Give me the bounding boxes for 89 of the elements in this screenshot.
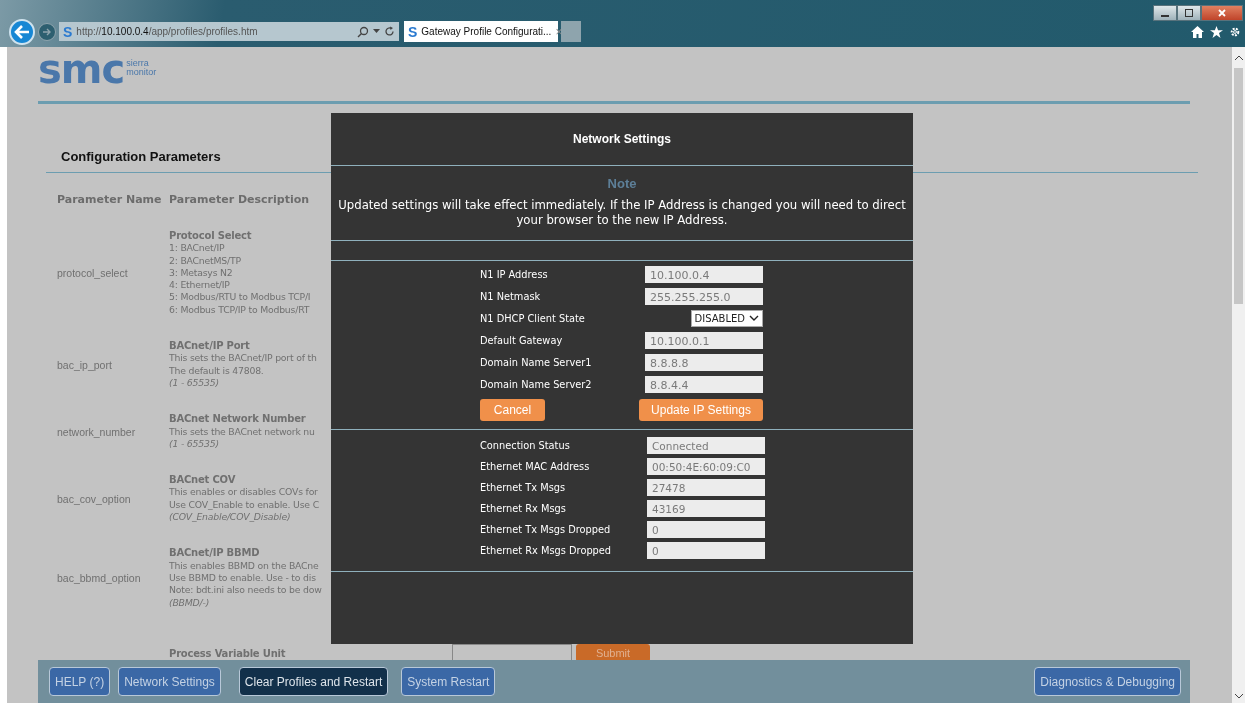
setting-label: Domain Name Server1 — [480, 356, 592, 368]
section-heading: Configuration Parameters — [61, 149, 222, 164]
back-arrow-icon — [14, 24, 30, 39]
dialog-button[interactable]: Cancel — [480, 399, 545, 421]
value-range: (COV_Enable/COV_Disable) — [169, 511, 292, 524]
description-line: Use BBMD to enable. Use - to dis — [169, 571, 317, 585]
parameter-title: Protocol Select — [169, 230, 253, 243]
status-field: 00:50:4E:60:09:C0 — [647, 457, 765, 475]
forward-button[interactable] — [38, 22, 56, 41]
parameter-title: BACnet Network Number — [169, 413, 307, 426]
parameter-name: protocol_select — [57, 267, 129, 280]
setting-label: Default Gateway — [480, 334, 563, 346]
tab-close-button[interactable]: × — [555, 24, 563, 39]
status-field: 0 — [647, 520, 765, 538]
status-label: Ethernet Rx Msgs — [480, 502, 566, 514]
diagnostics-button[interactable]: Diagnostics & Debugging — [1034, 667, 1181, 696]
chevron-down-icon — [749, 315, 759, 321]
value-range: (BBMD/-) — [169, 596, 211, 609]
setting-label: Domain Name Server2 — [480, 378, 592, 390]
setting-label: N1 Netmask — [480, 290, 541, 302]
scroll-down-icon[interactable] — [1234, 694, 1243, 699]
url-text: http://10.100.0.4/app/profiles/profiles.htm — [76, 26, 259, 37]
dialog-button[interactable]: Update IP Settings — [639, 399, 763, 421]
scrollbar[interactable] — [1232, 47, 1245, 703]
footer-button[interactable]: Network Settings — [118, 667, 221, 696]
column-header: Parameter Description — [169, 193, 310, 206]
parameter-name: bac_ip_port — [57, 358, 113, 371]
restore-button[interactable] — [1177, 5, 1201, 21]
footer-button[interactable]: System Restart — [401, 667, 496, 696]
dhcp-dropdown[interactable]: DISABLED — [690, 309, 763, 327]
parameter-name: bac_bbmd_option — [57, 572, 142, 585]
back-button[interactable] — [9, 18, 35, 45]
status-field: 27478 — [647, 478, 765, 496]
description-line: Note: bdt.ini also needs to be dow — [169, 584, 322, 597]
description-line: 1: BACnet/IP — [169, 242, 226, 255]
parameter-name: network_number — [57, 425, 137, 438]
setting-field[interactable]: 8.8.4.4 — [645, 375, 763, 393]
scroll-up-icon[interactable] — [1234, 55, 1243, 60]
close-icon — [1218, 9, 1226, 17]
status-field: 0 — [647, 541, 765, 559]
footer-button[interactable]: HELP (?) — [49, 667, 111, 696]
description-line: The default is 47808. — [169, 364, 265, 377]
setting-field[interactable]: 8.8.8.8 — [645, 353, 763, 371]
status-label: Ethernet Rx Msgs Dropped — [480, 544, 612, 556]
note-text: Updated settings will take effect immediately. If the IP Address is changed you will need to direct your browser to the new IP Address. — [337, 198, 907, 228]
description-line: 5: Modbus/RTU to Modbus TCP/I — [169, 291, 311, 304]
description-line: This sets the BACnet network nu — [169, 425, 315, 438]
description-line: Use COV_Enable to enable. Use C — [169, 498, 319, 512]
description-line: 6: Modbus TCP/IP to Modbus/RT — [169, 303, 311, 317]
note-heading: Note — [606, 176, 638, 191]
refresh-icon[interactable] — [384, 26, 395, 37]
site-icon: S — [63, 24, 73, 39]
parameter-name: bac_cov_option — [57, 492, 132, 505]
home-icon[interactable] — [1191, 25, 1204, 38]
minimize-button[interactable] — [1153, 5, 1177, 21]
settings-icon[interactable] — [1229, 25, 1241, 38]
parameter-title: BACnet/IP Port — [169, 340, 251, 353]
star-icon[interactable] — [1210, 25, 1223, 38]
setting-label: N1 DHCP Client State — [480, 312, 585, 324]
setting-label: N1 IP Address — [480, 268, 548, 280]
status-label: Ethernet Tx Msgs — [480, 481, 566, 493]
value-range: (1 - 65535) — [169, 376, 220, 390]
description-line: This enables BBMD on the BACne — [169, 559, 320, 572]
address-bar[interactable]: S http://10.100.0.4/app/profiles/profiles.htm — [59, 22, 399, 41]
status-field: Connected — [647, 436, 765, 454]
description-line: 3: Metasys N2 — [169, 266, 234, 280]
description-line: 4: Ethernet/IP — [169, 279, 231, 292]
parameter-title: BACnet/IP BBMD — [169, 547, 261, 560]
dialog-title: Network Settings — [331, 113, 913, 166]
status-label: Connection Status — [480, 439, 570, 451]
footer-button[interactable]: Clear Profiles and Restart — [238, 667, 389, 696]
value-range: (1 - 65535) — [169, 437, 220, 451]
status-label: Ethernet Tx Msgs Dropped — [480, 523, 611, 535]
site-icon: S — [408, 24, 418, 39]
forward-arrow-icon — [42, 26, 52, 37]
description-line: 2: BACnetMS/TP — [169, 254, 242, 267]
parameter-title: BACnet COV — [169, 474, 237, 487]
setting-field[interactable]: 10.100.0.4 — [645, 265, 763, 283]
close-button[interactable] — [1201, 5, 1243, 21]
setting-field[interactable]: 10.100.0.1 — [645, 331, 763, 349]
parameter-title: Process Variable Unit — [169, 647, 287, 661]
status-label: Ethernet MAC Address — [480, 460, 590, 472]
description-line: This enables or disables COVs for — [169, 486, 319, 499]
setting-field[interactable]: 255.255.255.0 — [645, 287, 763, 305]
dropdown-caret-icon[interactable] — [373, 29, 380, 34]
column-header: Parameter Name — [57, 193, 163, 206]
search-icon[interactable] — [357, 25, 369, 38]
description-line: This sets the BACnet/IP port of th — [169, 352, 317, 365]
status-field: 43169 — [647, 499, 765, 517]
